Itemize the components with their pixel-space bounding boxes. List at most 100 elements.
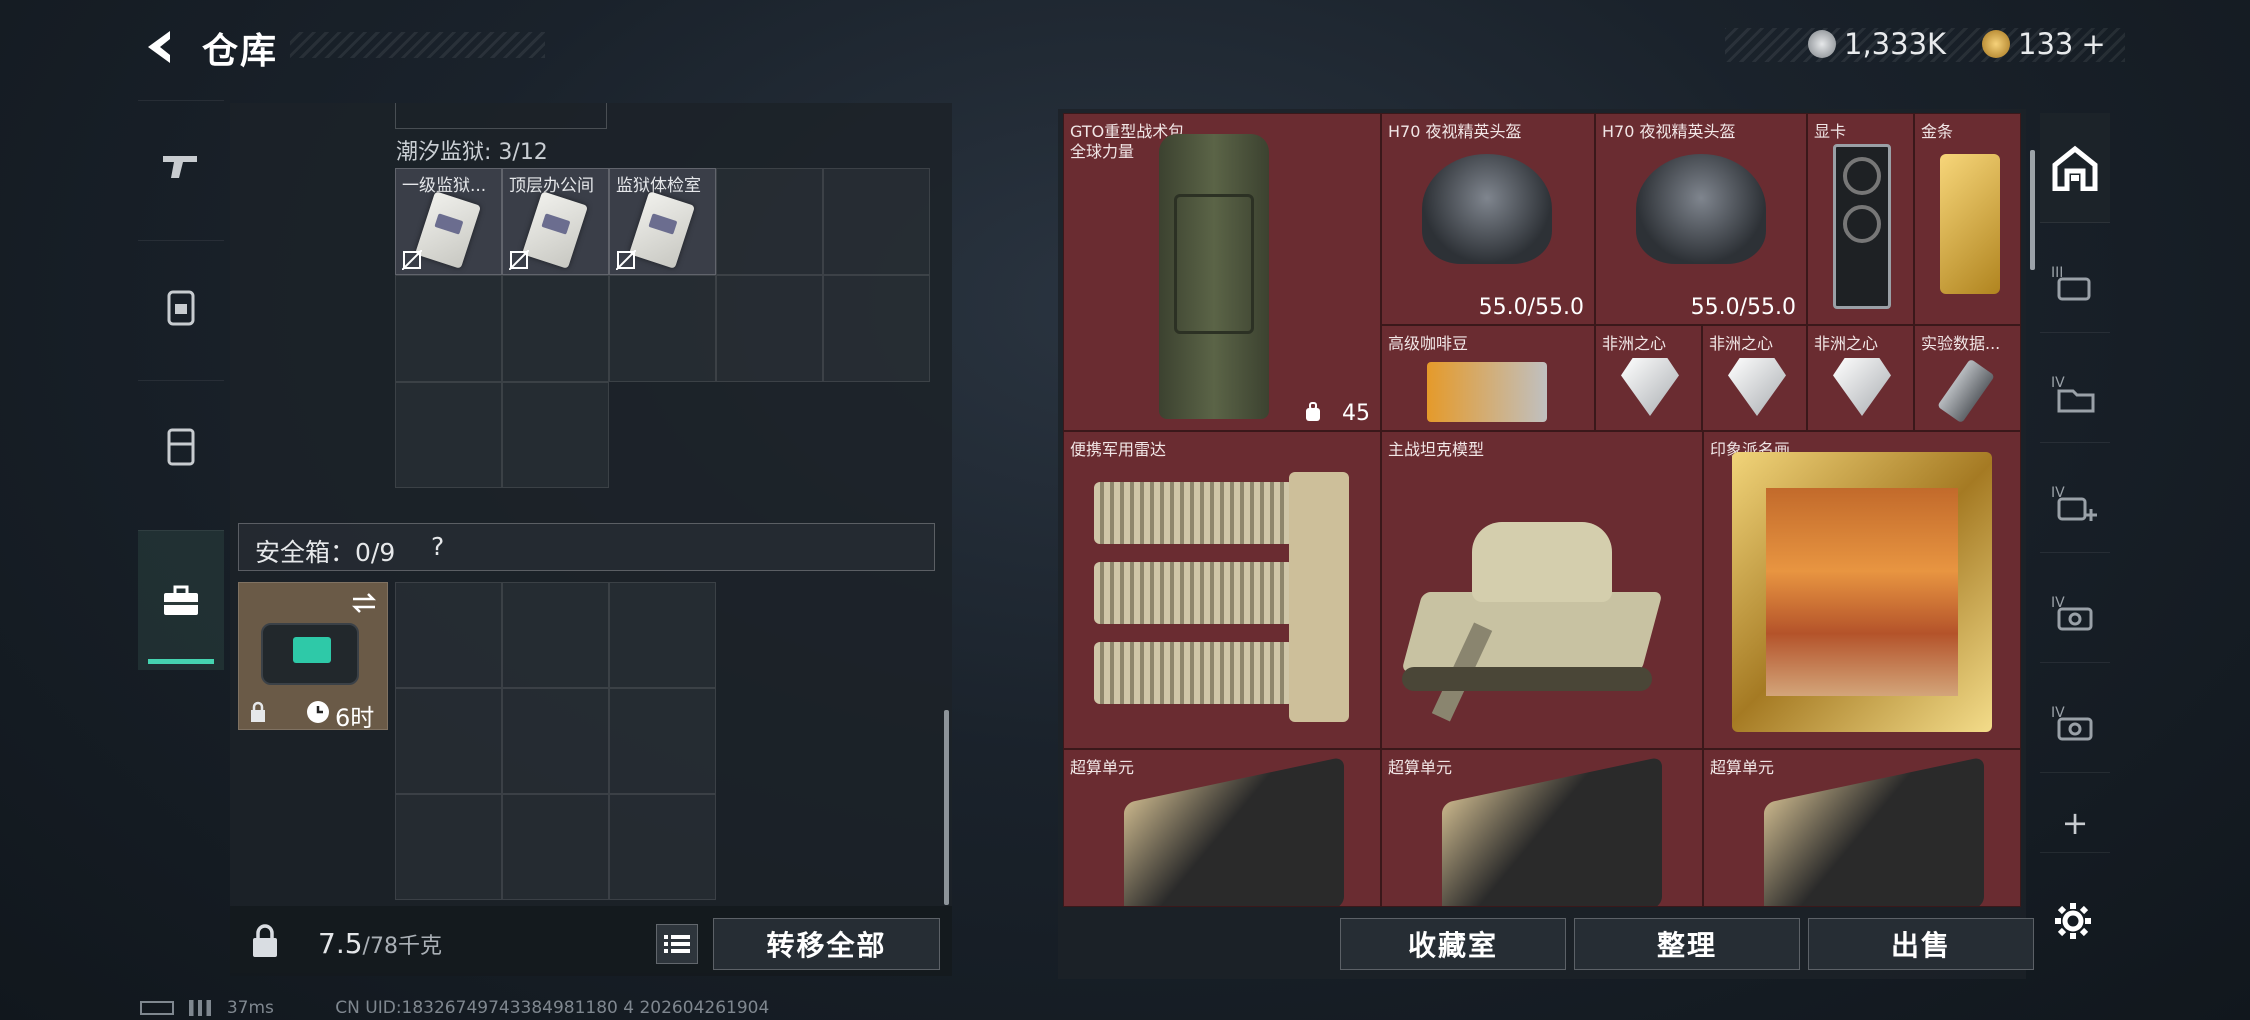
tab4-case2-icon: IV [2051, 705, 2093, 740]
left-nav [138, 100, 224, 670]
no-transfer-icon [509, 250, 529, 270]
add-stash-tab-button[interactable]: + [2040, 793, 2110, 853]
container-item-keycard-3[interactable]: 监狱体检室 [609, 168, 716, 275]
help-icon[interactable]: ? [431, 532, 444, 561]
coin-icon [1808, 30, 1836, 58]
stash-item-backpack[interactable]: GTO重型战术包 全球力量 45 [1063, 113, 1381, 431]
gpu-image [1833, 144, 1891, 309]
radar-image [1094, 472, 1359, 722]
svg-text:IV: IV [2051, 375, 2065, 391]
stash-tab-4a[interactable]: IV [2040, 343, 2110, 443]
nav-backpack[interactable] [138, 240, 224, 370]
stash-item-lab-data[interactable]: 实验数据... [1914, 325, 2021, 431]
stash-scrollbar[interactable] [2030, 150, 2035, 270]
item-durability: 55.0/55.0 [1478, 295, 1584, 320]
backpack-icon [167, 290, 195, 325]
organize-button[interactable]: 整理 [1574, 918, 1800, 970]
safe-grid[interactable] [395, 582, 716, 900]
diamond-image [1621, 358, 1679, 416]
item-label: H70 夜视精英头盔 [1388, 122, 1522, 141]
tab4-add-icon: IV [2051, 485, 2097, 521]
item-label: 实验数据... [1921, 334, 2001, 353]
gem-icon [1982, 30, 2010, 58]
no-transfer-icon [402, 250, 422, 270]
stash-grid[interactable]: GTO重型战术包 全球力量 45 H70 夜视精英头盔 55.0/55.0 H7… [1063, 113, 2021, 907]
gems-value: 133 [2018, 27, 2074, 61]
nav-safe[interactable] [138, 530, 224, 670]
stash-item-helmet-1[interactable]: H70 夜视精英头盔 55.0/55.0 [1381, 113, 1595, 325]
stash-item-radar[interactable]: 便携军用雷达 [1063, 431, 1381, 749]
status-footer: 37ms CN UID:18326749743384981180 4 20260… [140, 998, 769, 1018]
stash-side-tabs: III IV IV IV IV + [2040, 113, 2110, 923]
helmet-image [1422, 154, 1552, 264]
back-arrow-icon [148, 31, 170, 63]
stash-item-diamond-1[interactable]: 非洲之心 [1595, 325, 1702, 431]
warehouse-icon [2052, 145, 2098, 191]
swap-icon[interactable] [349, 591, 379, 615]
stash-item-diamond-2[interactable]: 非洲之心 [1702, 325, 1807, 431]
safe-box-slot[interactable]: 6时 [238, 582, 388, 732]
list-view-button[interactable] [656, 924, 698, 964]
no-transfer-icon [616, 250, 636, 270]
back-button[interactable] [135, 22, 185, 72]
stash-tab-4c[interactable]: IV [2040, 563, 2110, 663]
stash-tab-4d[interactable]: IV [2040, 673, 2110, 773]
stash-item-coffee[interactable]: 高级咖啡豆 [1381, 325, 1595, 431]
item-label: 高级咖啡豆 [1388, 334, 1469, 353]
safe-timer: 6时 [335, 704, 375, 732]
item-label: 超算单元 [1070, 758, 1135, 777]
list-icon [664, 935, 690, 953]
settings-button[interactable] [2050, 898, 2096, 944]
stash-tab-4b[interactable]: IV [2040, 453, 2110, 553]
gems-add-button[interactable]: + [2081, 27, 2105, 61]
page-title: 仓库 [202, 31, 279, 72]
transfer-all-button[interactable]: 转移全部 [713, 918, 940, 970]
container-item-keycard-1[interactable]: 一级监狱... [395, 168, 502, 275]
lock-button[interactable] [230, 908, 300, 974]
stash-item-painting[interactable]: 印象派名画 [1703, 431, 2021, 749]
ping-value: 37ms [226, 998, 274, 1018]
item-label: 非洲之心 [1709, 334, 1774, 353]
container-item-keycard-2[interactable]: 顶层办公间 [502, 168, 609, 275]
stash-item-supercompute-2[interactable]: 超算单元 [1381, 749, 1703, 907]
coins-value: 1,333K [1844, 27, 1947, 61]
nav-weapons[interactable] [138, 100, 224, 230]
gold-bar-image [1940, 154, 2000, 294]
gems-display[interactable]: 133 + [1982, 27, 2106, 61]
keycard-image [414, 191, 482, 269]
item-label: H70 夜视精英头盔 [1602, 122, 1736, 141]
top-grid-edge [395, 103, 607, 129]
item-value: 45 [1342, 401, 1370, 426]
keycard-image [628, 191, 696, 269]
collection-room-button[interactable]: 收藏室 [1340, 918, 1566, 970]
stash-item-helmet-2[interactable]: H70 夜视精英头盔 55.0/55.0 [1595, 113, 1807, 325]
padlock-icon [253, 924, 277, 957]
battery-icon [140, 1001, 174, 1015]
sell-button[interactable]: 出售 [1808, 918, 2034, 970]
stash-item-supercompute-1[interactable]: 超算单元 [1063, 749, 1381, 907]
stash-tab-3[interactable]: III [2040, 233, 2110, 333]
item-durability: 55.0/55.0 [1690, 295, 1796, 320]
container-scrollbar[interactable] [944, 710, 949, 905]
pistol-icon [163, 155, 197, 178]
tank-image [1401, 492, 1682, 722]
keycard-image [521, 191, 589, 269]
lab-data-image [1937, 358, 1995, 424]
stash-item-supercompute-3[interactable]: 超算单元 [1703, 749, 2021, 907]
clock-icon [307, 701, 329, 723]
stash-item-diamond-3[interactable]: 非洲之心 [1807, 325, 1914, 431]
coffee-image [1427, 362, 1547, 422]
safe-box-label: 安全箱：0/9 [255, 538, 396, 567]
coins-display: 1,333K [1808, 27, 1946, 61]
supercompute-image [1442, 756, 1662, 906]
nav-vest[interactable] [138, 380, 224, 510]
stash-item-tank-model[interactable]: 主战坦克模型 [1381, 431, 1703, 749]
weight-value: 7.5 [318, 927, 363, 960]
container-grid[interactable]: 一级监狱... 顶层办公间 监狱体检室 [395, 168, 930, 488]
stash-tab-all[interactable] [2040, 113, 2110, 223]
stash-item-gold-bar[interactable]: 金条 [1914, 113, 2021, 325]
item-label: 非洲之心 [1602, 334, 1667, 353]
item-label: 监狱体检室 [616, 176, 701, 196]
stash-item-gpu[interactable]: 显卡 [1807, 113, 1914, 325]
title-stripe [290, 32, 545, 58]
